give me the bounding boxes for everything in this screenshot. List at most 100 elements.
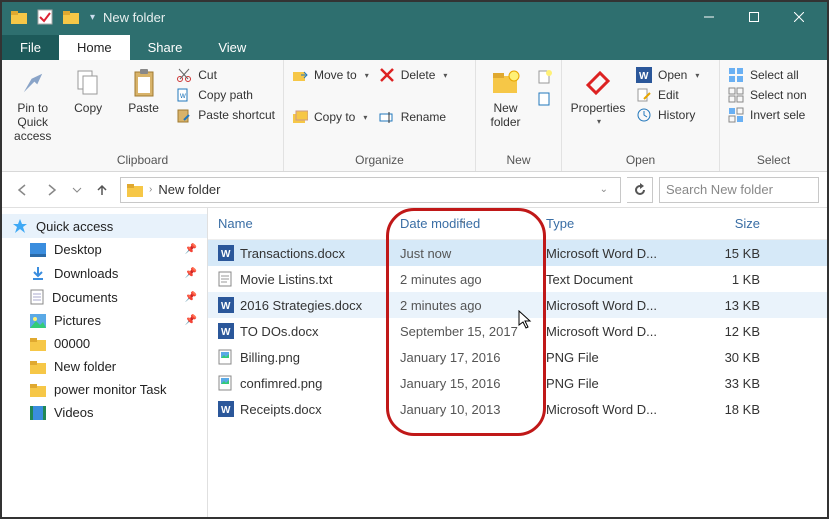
chevron-right-icon[interactable]: › <box>149 184 152 195</box>
scissors-icon <box>176 67 192 83</box>
file-date: 2 minutes ago <box>390 272 536 287</box>
paste-button[interactable]: Paste <box>121 67 166 115</box>
minimize-button[interactable] <box>686 2 731 32</box>
qat-dropdown-icon[interactable]: ▾ <box>90 12 95 23</box>
open-button[interactable]: WOpen▾ <box>636 67 699 83</box>
file-type: Microsoft Word D... <box>536 298 686 313</box>
copy-to-button[interactable]: Copy to▾ <box>292 109 369 125</box>
file-row[interactable]: W2016 Strategies.docx2 minutes agoMicros… <box>208 292 827 318</box>
recent-locations-button[interactable] <box>70 178 84 202</box>
file-date: September 15, 2017 <box>390 324 536 339</box>
pin-icon: 📌 <box>185 292 197 303</box>
qat-folder-icon[interactable] <box>60 6 82 28</box>
file-row[interactable]: Billing.pngJanuary 17, 2016PNG File30 KB <box>208 344 827 370</box>
sidebar-item-icon <box>30 406 46 420</box>
folder-icon <box>8 6 30 28</box>
file-name: confimred.png <box>240 376 322 391</box>
cut-button[interactable]: Cut <box>176 67 275 83</box>
close-button[interactable] <box>776 2 821 32</box>
file-type: PNG File <box>536 376 686 391</box>
select-all-icon <box>728 67 744 83</box>
sidebar-item-label: Desktop <box>54 242 102 257</box>
svg-text:W: W <box>221 327 231 338</box>
select-group-label: Select <box>728 151 819 169</box>
sidebar-item[interactable]: Documents 📌 <box>2 285 207 309</box>
file-row[interactable]: confimred.pngJanuary 15, 2016PNG File33 … <box>208 370 827 396</box>
file-size: 13 KB <box>686 298 770 313</box>
sort-indicator-icon: ⌄ <box>459 215 467 226</box>
move-to-icon <box>292 67 308 83</box>
sidebar-item[interactable]: 00000 <box>2 332 207 355</box>
copy-path-icon: w <box>176 87 192 103</box>
address-folder-name: New folder <box>158 182 220 197</box>
rename-button[interactable]: Rename <box>379 109 448 125</box>
easy-access-icon[interactable] <box>537 91 553 107</box>
copy-button[interactable]: Copy <box>65 67 110 115</box>
history-button[interactable]: History <box>636 107 699 123</box>
sidebar-item[interactable]: power monitor Task <box>2 378 207 401</box>
forward-button[interactable] <box>40 178 64 202</box>
up-button[interactable] <box>90 178 114 202</box>
address-dropdown-icon[interactable]: ⌄ <box>600 184 608 195</box>
file-icon: W <box>218 323 234 339</box>
svg-text:w: w <box>179 91 186 100</box>
new-item-icon[interactable] <box>537 69 553 85</box>
sidebar-quick-access[interactable]: Quick access <box>2 214 207 238</box>
ribbon: Pin to Quick access Copy Paste Cut wCopy… <box>2 60 827 172</box>
file-date: January 10, 2013 <box>390 402 536 417</box>
properties-button[interactable]: Properties ▾ <box>570 67 626 126</box>
file-row[interactable]: WReceipts.docxJanuary 10, 2013Microsoft … <box>208 396 827 422</box>
move-to-button[interactable]: Move to▾ <box>292 67 369 83</box>
chevron-down-icon: ▾ <box>443 71 447 80</box>
column-type[interactable]: Type <box>536 216 686 231</box>
sidebar-item[interactable]: New folder <box>2 355 207 378</box>
column-size[interactable]: Size <box>686 216 770 231</box>
file-name: Movie Listins.txt <box>240 272 332 287</box>
back-button[interactable] <box>10 178 34 202</box>
sidebar-item[interactable]: Desktop 📌 <box>2 238 207 261</box>
file-size: 15 KB <box>686 246 770 261</box>
sidebar-item-icon <box>30 337 46 351</box>
word-icon: W <box>636 67 652 83</box>
sidebar-item[interactable]: Downloads📌 <box>2 261 207 285</box>
file-row[interactable]: WTO DOs.docxSeptember 15, 2017Microsoft … <box>208 318 827 344</box>
chevron-down-icon: ▾ <box>695 71 699 80</box>
file-type: Microsoft Word D... <box>536 246 686 261</box>
search-input[interactable]: Search New folder <box>659 177 819 203</box>
column-date-modified[interactable]: ⌄ Date modified <box>390 216 536 231</box>
file-row[interactable]: Movie Listins.txt2 minutes agoText Docum… <box>208 266 827 292</box>
navigation-pane: Quick access Desktop📌Downloads📌Documents… <box>2 208 208 517</box>
file-date: 2 minutes ago <box>390 298 536 313</box>
column-name[interactable]: Name <box>208 216 390 231</box>
paste-shortcut-button[interactable]: Paste shortcut <box>176 107 275 123</box>
tab-file[interactable]: File <box>2 35 59 60</box>
maximize-button[interactable] <box>731 2 776 32</box>
refresh-button[interactable] <box>627 177 653 203</box>
file-row[interactable]: WTransactions.docxJust nowMicrosoft Word… <box>208 240 827 266</box>
tab-view[interactable]: View <box>200 35 264 60</box>
sidebar-item[interactable]: Pictures📌 <box>2 309 207 332</box>
copy-path-button[interactable]: wCopy path <box>176 87 275 103</box>
pin-icon: 📌 <box>185 244 197 255</box>
file-type: Microsoft Word D... <box>536 324 686 339</box>
sidebar-item-label: Documents <box>52 290 118 305</box>
tab-home[interactable]: Home <box>59 35 130 60</box>
new-folder-button[interactable]: New folder <box>484 67 527 129</box>
pin-to-quick-access-button[interactable]: Pin to Quick access <box>10 67 55 143</box>
edit-button[interactable]: Edit <box>636 87 699 103</box>
delete-button[interactable]: Delete▾ <box>379 67 448 83</box>
chevron-down-icon: ▾ <box>597 117 601 126</box>
qat-checkbox-icon[interactable] <box>34 6 56 28</box>
delete-icon <box>379 67 395 83</box>
address-bar[interactable]: › New folder ⌄ <box>120 177 621 203</box>
sidebar-item-icon <box>30 314 46 328</box>
invert-selection-button[interactable]: Invert sele <box>728 107 807 123</box>
file-date: Just now <box>390 246 536 261</box>
file-icon <box>218 375 234 391</box>
select-all-button[interactable]: Select all <box>728 67 807 83</box>
tab-share[interactable]: Share <box>130 35 201 60</box>
sidebar-item-label: power monitor Task <box>54 382 166 397</box>
select-none-button[interactable]: Select non <box>728 87 807 103</box>
sidebar-item-label: Videos <box>54 405 94 420</box>
sidebar-item[interactable]: Videos <box>2 401 207 424</box>
